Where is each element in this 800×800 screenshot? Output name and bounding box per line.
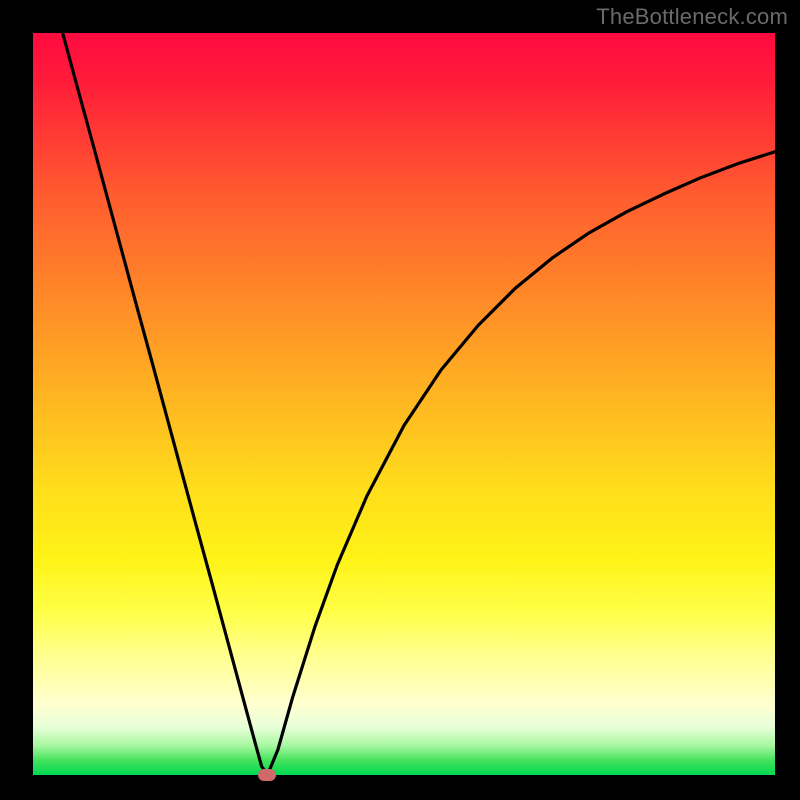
- watermark-text: TheBottleneck.com: [596, 4, 788, 30]
- plot-area: [33, 33, 775, 775]
- minimum-marker: [258, 769, 276, 781]
- chart-frame: TheBottleneck.com: [0, 0, 800, 800]
- bottleneck-curve: [33, 33, 775, 775]
